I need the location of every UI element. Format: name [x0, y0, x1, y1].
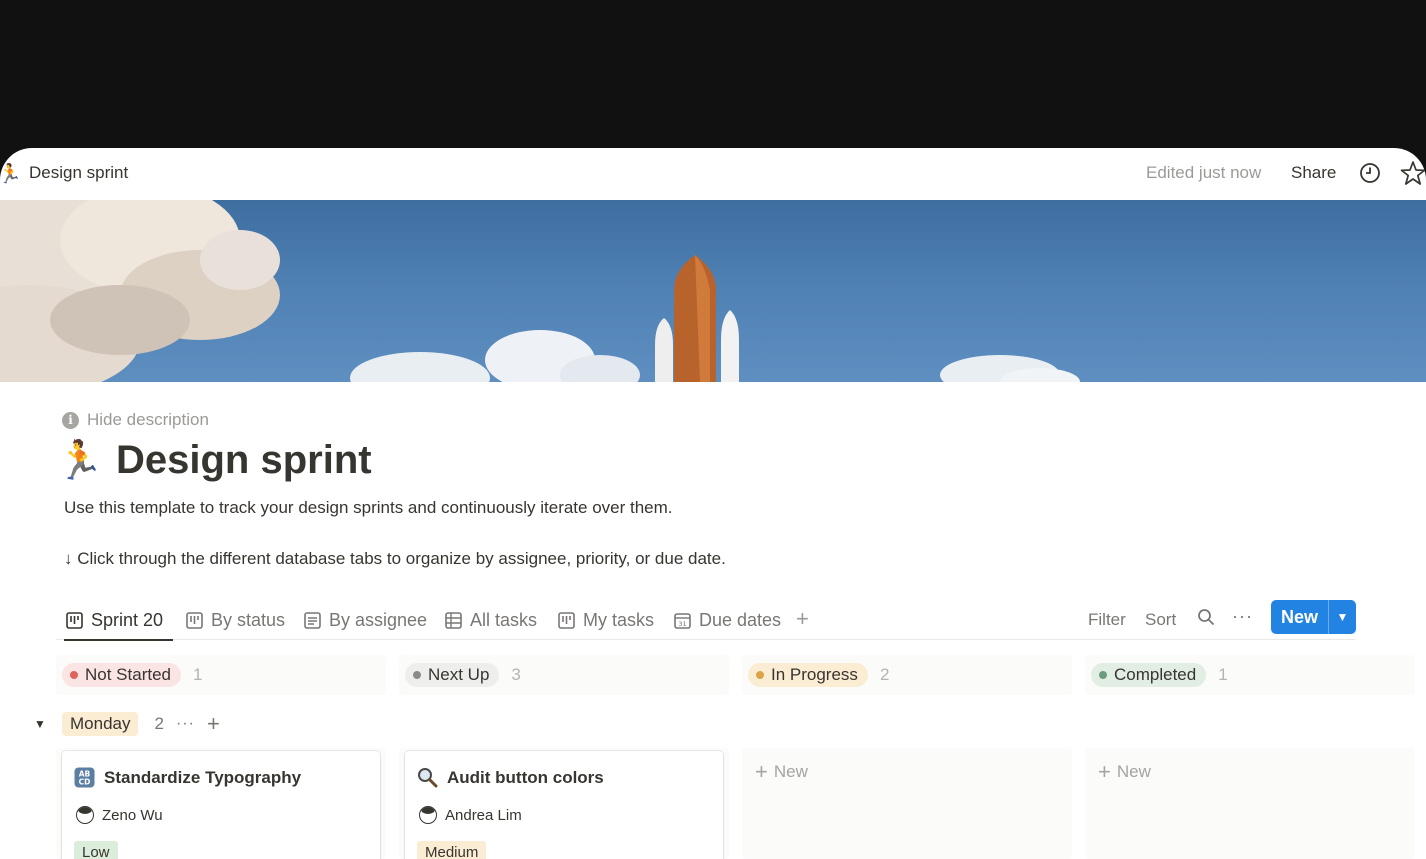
new-button-label: New	[1280, 606, 1318, 627]
add-card-completed-button[interactable]: + New	[1098, 759, 1151, 785]
column-header-not-started[interactable]: Not Started 1	[56, 655, 386, 695]
group-label[interactable]: Monday	[62, 712, 139, 736]
task-card[interactable]: Audit button colors Andrea Lim Medium	[405, 751, 723, 859]
history-icon[interactable]	[1359, 162, 1381, 184]
avatar	[419, 806, 437, 824]
card-assignee[interactable]: Andrea Lim	[419, 806, 522, 824]
add-view-icon[interactable]: +	[796, 606, 809, 632]
card-title-row: AB CD Standardize Typography	[74, 767, 301, 788]
svg-text:CD: CD	[79, 778, 91, 787]
column-label: Not Started	[85, 665, 171, 684]
info-icon: i	[62, 411, 79, 429]
more-options-icon[interactable]: ···	[1232, 606, 1253, 627]
page-title-row: 🏃 Design sprint	[56, 438, 372, 483]
edited-status: Edited just now	[1146, 163, 1262, 182]
breadcrumb[interactable]: Design sprint	[29, 163, 128, 183]
priority-badge: Low	[74, 841, 118, 859]
assignee-name: Andrea Lim	[445, 806, 522, 824]
chevron-down-icon[interactable]: ▼	[1328, 600, 1356, 634]
add-card-in-progress-button[interactable]: + New	[755, 759, 808, 785]
search-icon[interactable]	[1197, 608, 1215, 626]
page-emoji-icon: 🏃	[0, 164, 22, 185]
status-badge: Next Up	[405, 663, 500, 687]
column-count: 2	[879, 665, 890, 684]
tab-label: By status	[211, 609, 286, 630]
status-dot	[1099, 671, 1107, 679]
cover-image[interactable]	[0, 200, 1426, 382]
plus-icon: +	[1098, 759, 1111, 784]
description-line-1[interactable]: Use this template to track your design s…	[64, 498, 673, 518]
database-view-tabs: Sprint 20 By status By assignee All task…	[56, 600, 1356, 641]
tab-label: Due dates	[699, 609, 782, 630]
column-label: In Progress	[771, 665, 858, 684]
tab-sprint-20[interactable]: Sprint 20	[63, 604, 174, 641]
description-line-2[interactable]: ↓ Click through the different database t…	[64, 549, 726, 569]
hide-description-toggle[interactable]: i Hide description	[62, 410, 209, 430]
group-more-icon[interactable]: ···	[176, 715, 195, 733]
card-title-row: Audit button colors	[417, 767, 604, 788]
star-icon[interactable]	[1400, 160, 1426, 186]
new-button[interactable]: New ▼	[1271, 600, 1356, 634]
board-icon	[186, 611, 203, 629]
card-assignee[interactable]: Zeno Wu	[76, 806, 163, 824]
status-dot	[413, 671, 421, 679]
task-card[interactable]: AB CD Standardize Typography Zeno Wu Low	[62, 751, 380, 859]
new-card-label: New	[1116, 762, 1151, 781]
tab-by-status[interactable]: By status	[186, 604, 285, 636]
priority-badge: Medium	[417, 841, 487, 859]
card-title: Standardize Typography	[104, 767, 302, 787]
column-header-next-up[interactable]: Next Up 3	[399, 655, 729, 695]
column-header-completed[interactable]: Completed 1	[1085, 655, 1415, 695]
runner-icon[interactable]: 🏃	[56, 439, 116, 483]
column-count: 3	[511, 665, 521, 684]
column-count: 1	[193, 665, 203, 684]
group-header-monday: ▼ Monday 2 ··· +	[34, 711, 220, 737]
card-title: Audit button colors	[447, 767, 604, 787]
group-count: 2	[154, 714, 164, 733]
filter-button[interactable]: Filter	[1088, 610, 1126, 630]
new-card-label: New	[773, 762, 808, 781]
hide-description-label: Hide description	[87, 410, 209, 429]
tab-label: My tasks	[583, 609, 655, 630]
status-badge: Not Started	[62, 663, 181, 687]
status-badge: In Progress	[748, 663, 868, 687]
tab-due-dates[interactable]: 31 Due dates	[674, 604, 781, 636]
sort-button[interactable]: Sort	[1145, 610, 1176, 630]
column-header-in-progress[interactable]: In Progress 2	[742, 655, 1072, 695]
column-count: 1	[1218, 665, 1228, 684]
share-button[interactable]: Share	[1291, 163, 1336, 183]
column-label: Completed	[1114, 665, 1197, 684]
assignee-name: Zeno Wu	[102, 806, 163, 824]
column-label: Next Up	[428, 665, 490, 684]
page-title[interactable]: Design sprint	[116, 438, 372, 483]
calendar-icon: 31	[674, 612, 691, 629]
rocket-launch-illustration	[0, 200, 1080, 382]
avatar	[76, 806, 94, 824]
tab-label: All tasks	[470, 609, 538, 630]
tab-label: By assignee	[329, 609, 428, 630]
group-add-icon[interactable]: +	[207, 711, 220, 737]
plus-icon: +	[755, 759, 768, 784]
app-window: 🏃 Design sprint Edited just now Share i …	[0, 148, 1426, 859]
status-dot	[756, 671, 764, 679]
list-icon	[304, 611, 321, 629]
tab-all-tasks[interactable]: All tasks	[445, 604, 537, 636]
svg-text:31: 31	[678, 620, 686, 628]
magnifier-icon	[417, 767, 438, 788]
collapse-caret-icon[interactable]: ▼	[34, 717, 62, 731]
table-icon	[445, 611, 462, 629]
tab-my-tasks[interactable]: My tasks	[558, 604, 654, 636]
tab-label: Sprint 20	[91, 609, 164, 630]
status-badge: Completed	[1091, 663, 1207, 687]
board-icon	[558, 611, 575, 629]
board-icon	[66, 611, 83, 629]
status-dot	[70, 671, 78, 679]
abcd-icon: AB CD	[74, 767, 95, 788]
tab-by-assignee[interactable]: By assignee	[304, 604, 427, 636]
top-bar: 🏃 Design sprint Edited just now Share	[0, 148, 1426, 200]
